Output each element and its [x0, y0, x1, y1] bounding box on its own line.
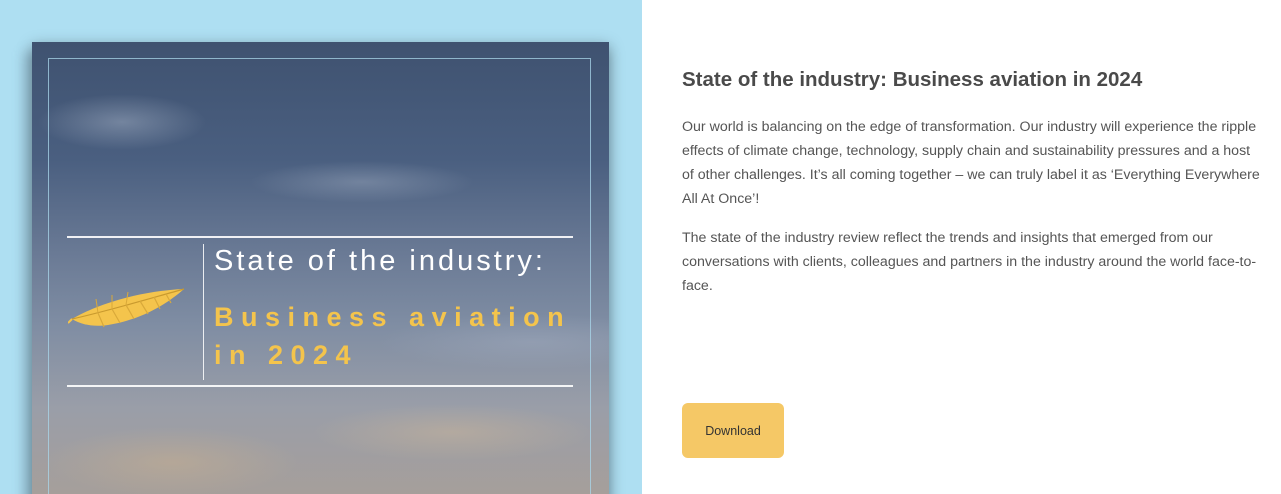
- cover-rule-bottom: [67, 385, 573, 387]
- page-title: State of the industry: Business aviation…: [682, 68, 1143, 91]
- cover-title-line2a: Business aviation: [214, 302, 572, 332]
- cover-rule-top: [67, 236, 573, 238]
- cover-title-subtitle: Business aviation in 2024: [214, 298, 571, 374]
- download-button[interactable]: Download: [682, 403, 784, 458]
- intro-paragraph: Our world is balancing on the edge of tr…: [682, 119, 1260, 207]
- review-paragraph: The state of the industry review reflect…: [682, 230, 1257, 294]
- report-cover: State of the industry: Business aviation…: [32, 42, 609, 494]
- cover-divider: [203, 244, 204, 380]
- cover-title-line2b: in 2024: [214, 340, 359, 370]
- cover-title-line1: State of the industry:: [214, 245, 546, 277]
- feather-icon: [68, 288, 185, 328]
- content-panel: State of the industry: Business aviation…: [642, 0, 1281, 494]
- cover-panel: State of the industry: Business aviation…: [0, 0, 642, 494]
